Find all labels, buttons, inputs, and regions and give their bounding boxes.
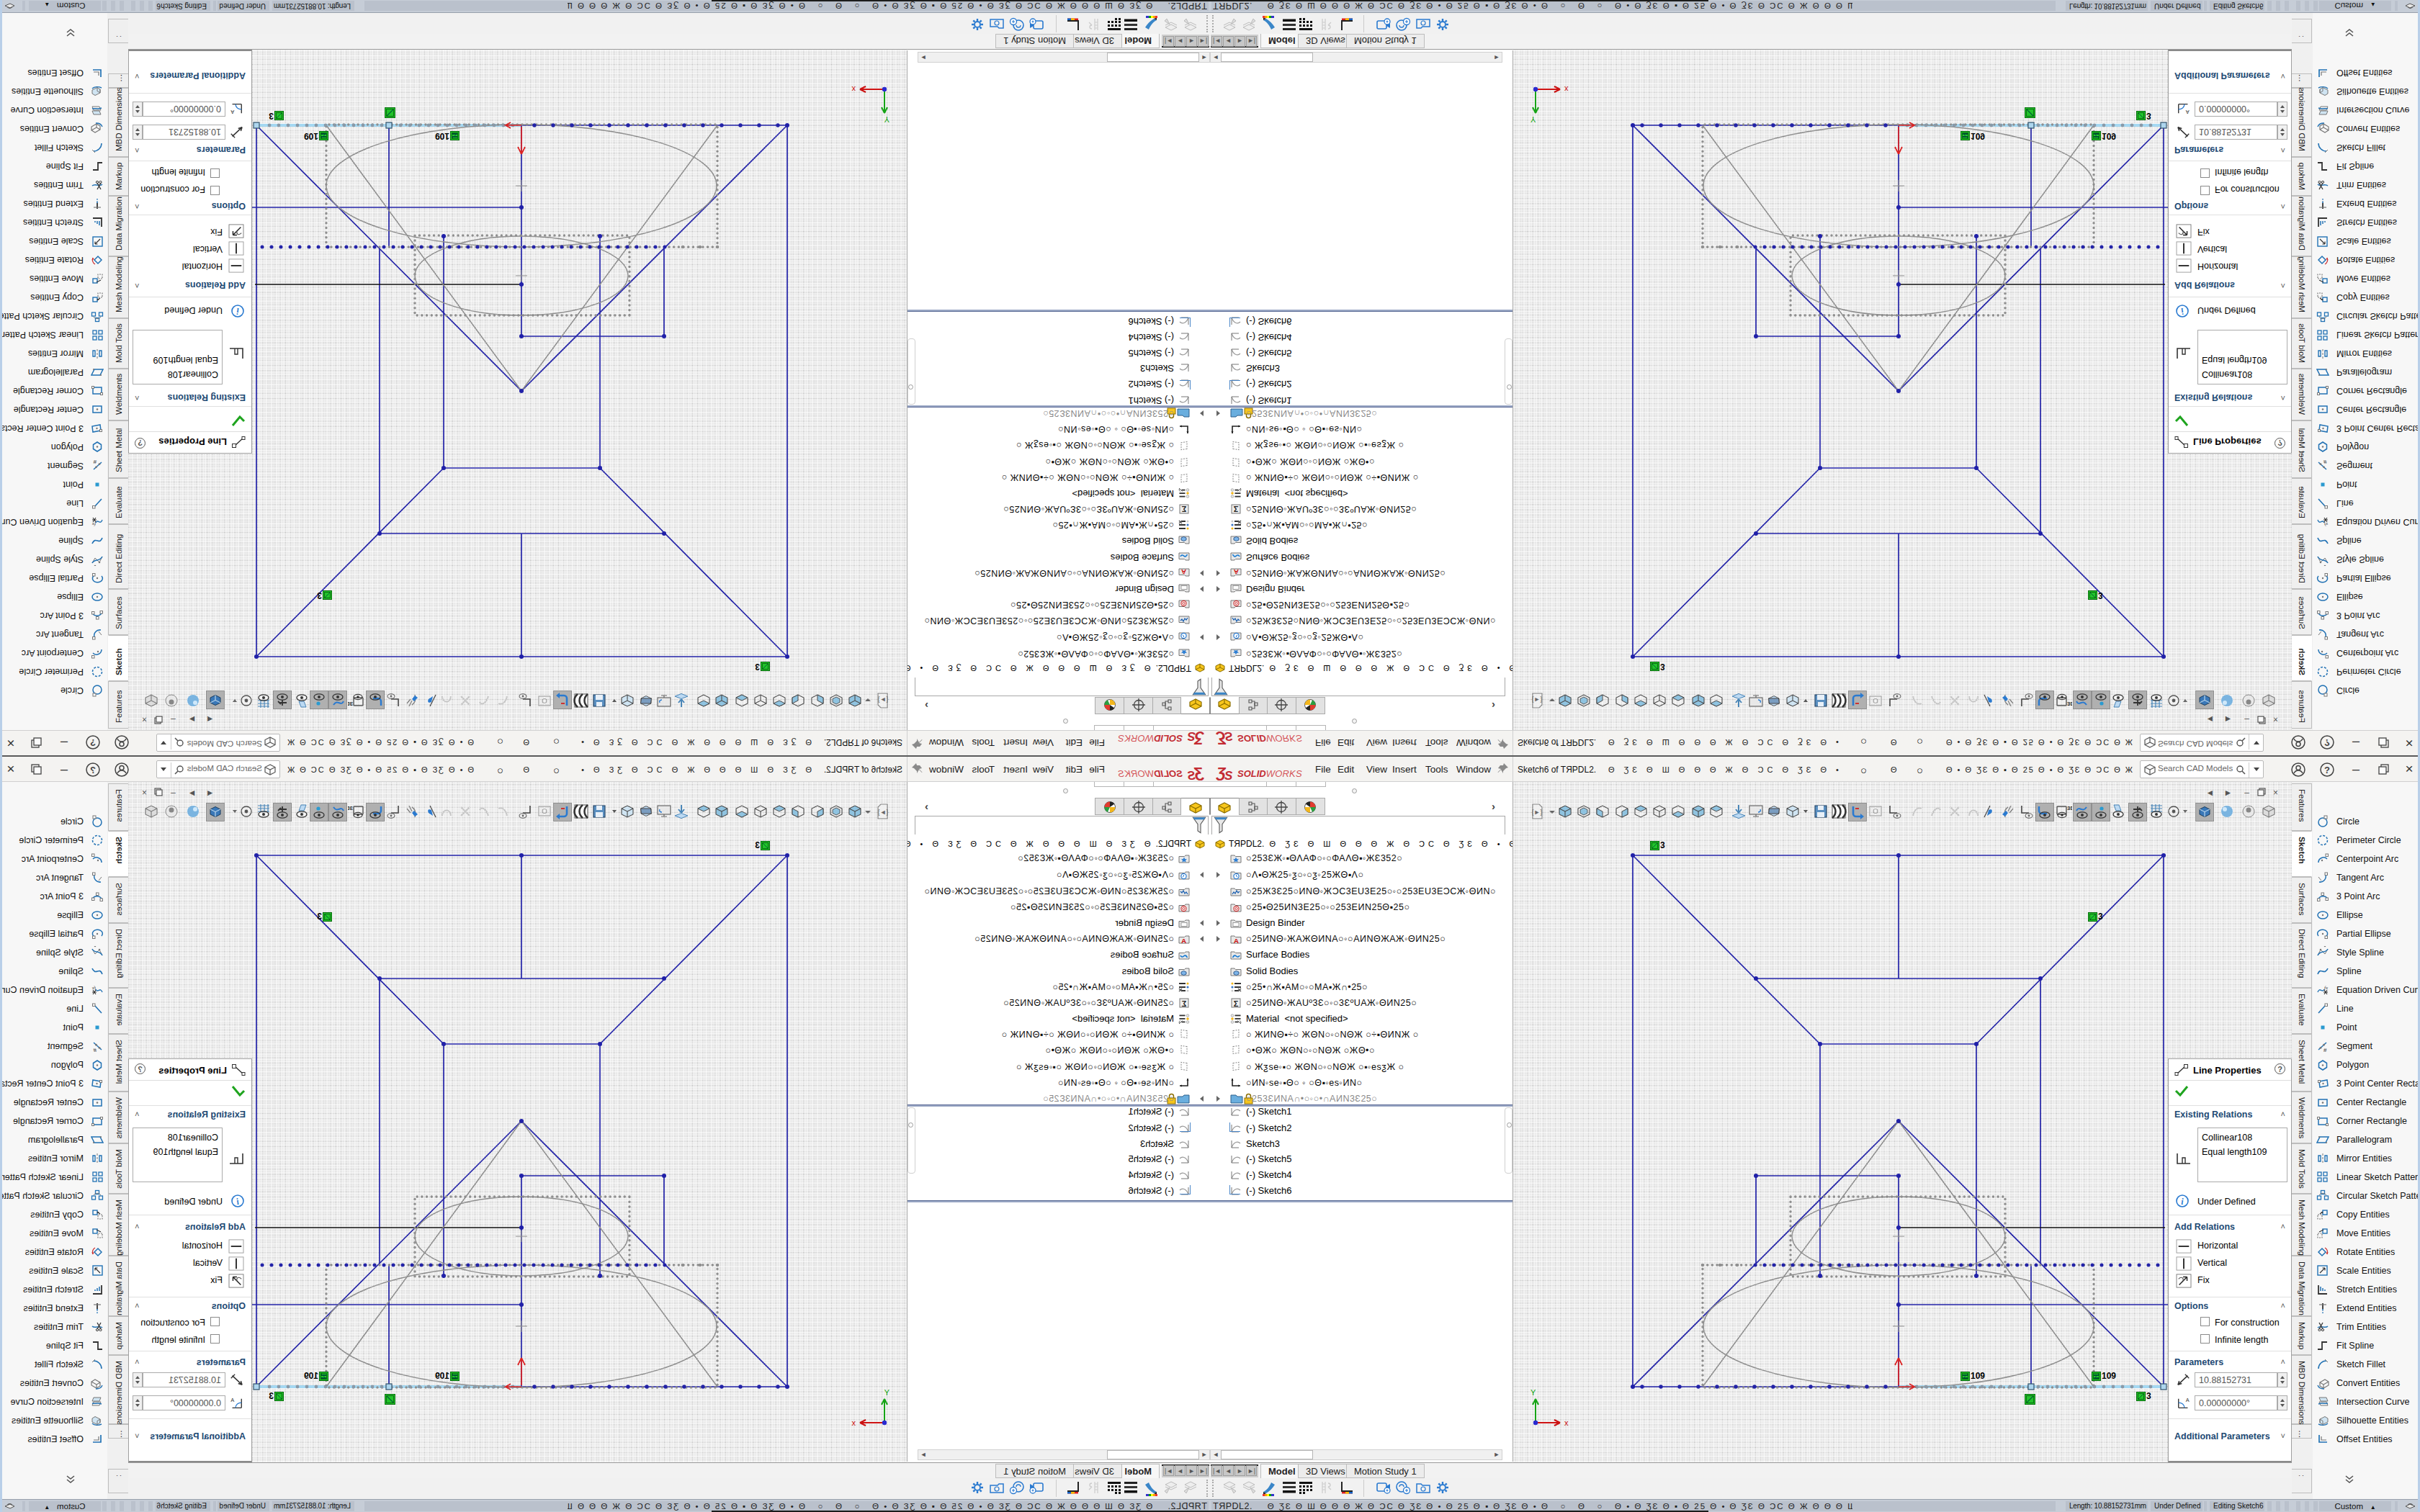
svg-text:A: A [1181,937,1186,945]
svg-text:Σ: Σ [1234,999,1239,1008]
svg-text:A: A [1181,568,1186,576]
svg-text:?: ? [90,737,96,748]
svg-text:Σ: Σ [1181,505,1186,513]
svg-text:S: S [1187,730,1196,743]
svg-text:A: A [230,109,234,115]
svg-text:A: A [1234,568,1239,576]
svg-text:i: i [236,306,239,316]
svg-text:fx: fx [2324,985,2329,991]
svg-text:A: A [230,1397,234,1403]
svg-text:x: x [1564,1418,1569,1427]
svg-text:#: # [93,459,97,465]
svg-text:?: ? [90,764,96,775]
svg-text:S: S [1224,769,1233,782]
svg-text:?: ? [2324,764,2330,775]
svg-text:S: S [1224,730,1233,743]
svg-text:x: x [851,85,856,94]
svg-text:fx: fx [91,985,96,991]
svg-text:{►}: {►} [878,696,889,703]
svg-text:3D: 3D [348,701,353,707]
svg-text:x: x [1564,85,1569,94]
svg-text:A: A [2186,1397,2190,1403]
svg-text:Y: Y [1531,1388,1536,1397]
svg-text:S: S [1187,769,1196,782]
svg-text:?: ? [2324,737,2330,748]
svg-text:A: A [1234,937,1239,945]
svg-text:Y: Y [884,115,889,124]
svg-text:Σ: Σ [1181,999,1186,1008]
svg-text:i: i [236,1197,239,1207]
svg-text:fx: fx [91,521,96,527]
svg-text:{►}: {►} [878,809,889,816]
svg-text:3D: 3D [2067,701,2072,707]
svg-text:3D: 3D [348,805,353,811]
svg-text:Y: Y [1531,115,1536,124]
svg-text:3D: 3D [2067,805,2072,811]
svg-text:x: x [851,1418,856,1427]
svg-text:#: # [2323,1047,2327,1053]
svg-text:{►}: {►} [1532,696,1543,703]
svg-text:#: # [93,1047,97,1053]
svg-text:fx: fx [2324,521,2329,527]
svg-text:A: A [2186,109,2190,115]
svg-text:#: # [2323,459,2327,465]
svg-text:{►}: {►} [1532,809,1543,816]
svg-text:Y: Y [884,1388,889,1397]
svg-text:Σ: Σ [1234,505,1239,513]
